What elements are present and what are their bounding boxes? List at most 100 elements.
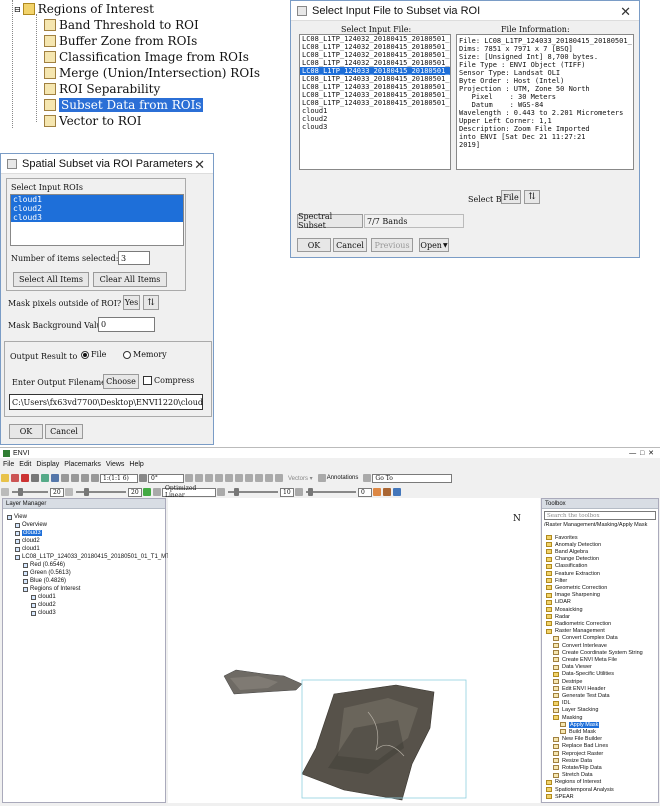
file-list-item[interactable]: LC08_L1TP_124033_20180415_20180501_01_T1 (300, 99, 450, 107)
toolbox-tool[interactable]: Destripe (553, 678, 582, 685)
zoom-in-icon[interactable] (71, 474, 79, 482)
toolbox-tool[interactable]: Convert Interleave (553, 642, 607, 649)
close-icon[interactable]: ✕ (194, 157, 205, 173)
roi-list-item[interactable]: cloud1 (11, 195, 183, 204)
toolbox-folder[interactable]: IDL (553, 700, 571, 707)
layer-item[interactable]: cloud3 (31, 609, 56, 617)
zoom-out-icon[interactable] (81, 474, 89, 482)
toolbox-tool[interactable]: Reproject Raster (553, 750, 603, 757)
tree-item-vector-to-roi[interactable]: Vector to ROI (44, 113, 141, 129)
ok-button[interactable]: OK (297, 238, 331, 252)
toolbox-tool[interactable]: Create Coordinate System String (553, 649, 643, 656)
goto-icon[interactable] (363, 474, 372, 482)
stretch-icon[interactable] (143, 488, 151, 496)
layer-item[interactable]: View (7, 513, 27, 521)
layer-checkbox-icon[interactable] (7, 514, 12, 520)
roi-list-item[interactable]: cloud3 (11, 213, 183, 222)
open-icon[interactable] (1, 474, 9, 482)
tree-item-regions-of-interest[interactable]: ⊟ Regions of Interest (14, 1, 154, 17)
toolbox-tool[interactable]: Build Mask (560, 728, 596, 735)
crosshair-icon[interactable] (185, 474, 193, 482)
toolbox-tool[interactable]: Replace Bad Lines (553, 743, 608, 750)
file-list-item[interactable]: LC08_L1TP_124032_20180415_20180501_01_T1 (300, 35, 450, 43)
output-file-radio[interactable]: File (81, 350, 106, 359)
output-memory-radio[interactable]: Memory (123, 350, 167, 359)
grid-icon[interactable] (195, 474, 203, 482)
toolbox-folder[interactable]: LiDAR (546, 599, 571, 606)
toggle-arrows-icon[interactable]: ⇅ (143, 295, 159, 310)
point-icon[interactable] (255, 474, 263, 482)
toolbox-folder[interactable]: Band Algebra (546, 548, 588, 555)
layer-item[interactable]: cloud2 (31, 601, 56, 609)
menu-file[interactable]: File (3, 461, 14, 468)
toolbox-folder[interactable]: Feature Extraction (546, 570, 600, 577)
toolbox-folder[interactable]: Filter (546, 577, 567, 584)
rotate-select[interactable]: 0° (148, 473, 184, 483)
export-icon[interactable] (383, 488, 391, 496)
layer-item[interactable]: cloud3 (15, 529, 42, 537)
chip-icon[interactable] (373, 488, 381, 496)
polygon-icon[interactable] (275, 474, 283, 482)
select-icon[interactable] (31, 474, 39, 482)
file-list-item[interactable]: cloud1 (300, 107, 450, 115)
toolbox-tool[interactable]: Resize Data (553, 757, 592, 764)
transparency-value[interactable]: 0 (358, 487, 372, 497)
histogram-icon[interactable] (153, 488, 161, 496)
toolbox-tool[interactable]: Convert Complex Data (553, 635, 618, 642)
image-view[interactable]: N (168, 498, 540, 803)
toolbox-folder[interactable]: Radar (546, 613, 570, 620)
file-list-item[interactable]: LC08_L1TP_124033_20180415_20180501_01_T1 (300, 83, 450, 91)
roi-list[interactable]: cloud1 cloud2 cloud3 (10, 194, 184, 246)
compress-checkbox[interactable]: Compress (143, 376, 194, 385)
layer-checkbox-icon[interactable] (15, 530, 20, 536)
menu-edit[interactable]: Edit (19, 461, 31, 468)
rotate-icon[interactable] (139, 474, 147, 482)
layer-checkbox-icon[interactable] (23, 562, 28, 568)
toolbox-folder[interactable]: Change Detection (546, 556, 599, 563)
stretch-select[interactable]: Optimized Linear (162, 485, 216, 499)
toolbox-tool[interactable]: Stretch Data (553, 772, 593, 779)
toolbox-tool[interactable]: Generate Test Data (553, 692, 610, 699)
layer-checkbox-icon[interactable] (23, 578, 28, 584)
data-manager-icon[interactable] (11, 474, 19, 482)
layer-checkbox-icon[interactable] (31, 610, 36, 616)
layer-checkbox-icon[interactable] (23, 586, 28, 592)
file-list-item[interactable]: LC08_L1TP_124033_20180415_20180501_01_T1 (300, 75, 450, 83)
collapse-icon[interactable]: ⊟ (14, 5, 21, 14)
layer-item[interactable]: cloud1 (31, 593, 56, 601)
mask-toggle[interactable]: Yes (123, 295, 140, 310)
layer-item[interactable]: cloud1 (15, 545, 40, 553)
menu-help[interactable]: Help (129, 461, 143, 468)
tree-item-merge-rois[interactable]: Merge (Union/Intersection) ROIs (44, 65, 260, 81)
open-menu-button[interactable]: Open ▼ (419, 238, 449, 252)
toolbox-folder[interactable]: Classification (546, 563, 587, 570)
contrast-icon[interactable] (65, 488, 73, 496)
layer-checkbox-icon[interactable] (31, 594, 36, 600)
toolbox-tool[interactable]: Layer Stacking (553, 707, 598, 714)
roi-icon[interactable] (225, 474, 233, 482)
toolbox-folder[interactable]: Mosaicking (546, 606, 583, 613)
toolbox-folder[interactable]: Anomaly Detection (546, 541, 601, 548)
toolbox-tool[interactable]: New File Builder (553, 736, 602, 743)
polyline-icon[interactable] (265, 474, 273, 482)
menu-views[interactable]: Views (106, 461, 125, 468)
toolbox-folder[interactable]: Spatiotemporal Analysis (546, 786, 614, 793)
clear-all-button[interactable]: Clear All Items (93, 272, 167, 287)
menu-placemarks[interactable]: Placemarks (64, 461, 101, 468)
vector-icon[interactable] (215, 474, 223, 482)
previous-button[interactable]: Previous (371, 238, 413, 252)
brightness-value[interactable]: 20 (50, 487, 64, 497)
pan-icon[interactable] (41, 474, 49, 482)
tree-item-subset-data[interactable]: Subset Data from ROIs (44, 97, 204, 113)
toolbox-folder[interactable]: SPEAR (546, 793, 574, 800)
toolbox-folder[interactable]: Radiometric Correction (546, 620, 611, 627)
toolbox-search-input[interactable]: Search the toolbox (544, 511, 656, 520)
select-all-button[interactable]: Select All Items (13, 272, 89, 287)
layer-item[interactable]: cloud2 (15, 537, 40, 545)
layer-checkbox-icon[interactable] (23, 570, 28, 576)
toolbox-folder[interactable]: Raster Management (546, 628, 605, 635)
choose-button[interactable]: Choose (103, 374, 139, 389)
input-file-list[interactable]: LC08_L1TP_124032_20180415_20180501_01_T1… (299, 34, 451, 170)
toolbox-folder[interactable]: Regions of Interest (546, 779, 601, 786)
toolbox-tool[interactable]: Create ENVI Meta File (553, 656, 617, 663)
